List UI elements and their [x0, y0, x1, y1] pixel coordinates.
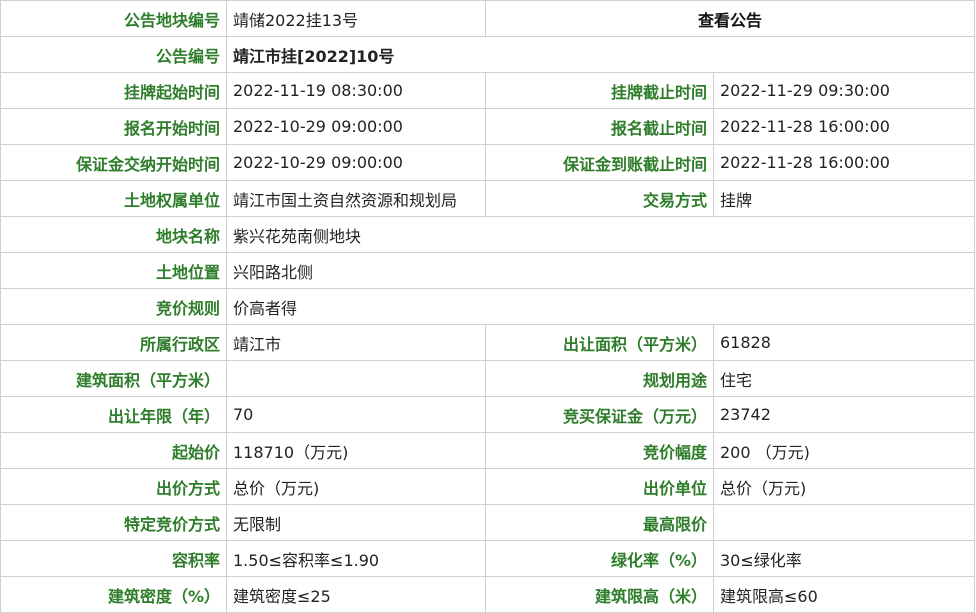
label-increment: 竞价幅度 [485, 432, 714, 469]
row-price: 起始价 118710（万元) 竞价幅度 200 （万元) [0, 432, 976, 469]
label-location: 土地位置 [0, 252, 227, 289]
label-start-price: 起始价 [0, 432, 227, 469]
land-parcel-info-table: 公告地块编号 靖储2022挂13号 查看公告 公告编号 靖江市挂[2022]10… [0, 0, 976, 613]
value-far: 1.50≤容积率≤1.90 [226, 540, 486, 577]
value-height: 建筑限高≤60 [712, 576, 976, 613]
value-building-area [226, 360, 486, 397]
value-block-no: 靖储2022挂13号 [226, 0, 486, 37]
value-location: 兴阳路北侧 [225, 252, 976, 289]
row-location: 土地位置 兴阳路北侧 [0, 252, 976, 289]
value-max-price [712, 504, 976, 541]
row-district-area: 所属行政区 靖江市 出让面积（平方米） 61828 [0, 324, 976, 361]
row-special: 特定竞价方式 无限制 最高限价 [0, 504, 976, 541]
value-owner: 靖江市国土资自然资源和规划局 [226, 180, 486, 217]
value-listing-start: 2022-11-19 08:30:00 [226, 72, 486, 109]
row-owner-trade: 土地权属单位 靖江市国土资自然资源和规划局 交易方式 挂牌 [0, 180, 976, 217]
value-term: 70 [226, 396, 486, 433]
value-usage: 住宅 [712, 360, 976, 397]
value-listing-end: 2022-11-29 09:30:00 [712, 72, 976, 109]
value-bid-mode: 总价（万元) [226, 468, 486, 505]
value-district: 靖江市 [226, 324, 486, 361]
label-trade-mode: 交易方式 [485, 180, 714, 217]
label-bid-deposit: 竞买保证金（万元） [485, 396, 714, 433]
label-deposit-end: 保证金到账截止时间 [485, 144, 714, 181]
label-green: 绿化率（%） [485, 540, 714, 577]
value-green: 30≤绿化率 [712, 540, 976, 577]
value-bid-unit: 总价（万元) [712, 468, 976, 505]
label-density: 建筑密度（%） [0, 576, 227, 613]
value-reg-start: 2022-10-29 09:00:00 [226, 108, 486, 145]
row-deposit-time: 保证金交纳开始时间 2022-10-29 09:00:00 保证金到账截止时间 … [0, 144, 976, 181]
value-deposit-end: 2022-11-28 16:00:00 [712, 144, 976, 181]
row-listing-time: 挂牌起始时间 2022-11-19 08:30:00 挂牌截止时间 2022-1… [0, 72, 976, 109]
label-listing-end: 挂牌截止时间 [485, 72, 714, 109]
row-registration-time: 报名开始时间 2022-10-29 09:00:00 报名截止时间 2022-1… [0, 108, 976, 145]
label-notice-no: 公告编号 [0, 36, 227, 73]
value-notice-no: 靖江市挂[2022]10号 [225, 36, 976, 73]
label-district: 所属行政区 [0, 324, 227, 361]
label-special-mode: 特定竞价方式 [0, 504, 227, 541]
label-height: 建筑限高（米） [485, 576, 714, 613]
row-term-deposit: 出让年限（年） 70 竞买保证金（万元） 23742 [0, 396, 976, 433]
label-usage: 规划用途 [485, 360, 714, 397]
label-far: 容积率 [0, 540, 227, 577]
row-block-no: 公告地块编号 靖储2022挂13号 查看公告 [0, 0, 976, 37]
label-deposit-start: 保证金交纳开始时间 [0, 144, 227, 181]
label-bid-rule: 竞价规则 [0, 288, 227, 325]
label-term: 出让年限（年） [0, 396, 227, 433]
value-bid-rule: 价高者得 [225, 288, 976, 325]
label-listing-start: 挂牌起始时间 [0, 72, 227, 109]
row-notice-no: 公告编号 靖江市挂[2022]10号 [0, 36, 976, 73]
label-parcel-name: 地块名称 [0, 216, 227, 253]
value-bid-deposit: 23742 [712, 396, 976, 433]
label-bid-mode: 出价方式 [0, 468, 227, 505]
label-reg-end: 报名截止时间 [485, 108, 714, 145]
value-parcel-name: 紫兴花苑南侧地块 [225, 216, 976, 253]
label-building-area: 建筑面积（平方米） [0, 360, 227, 397]
row-bid-rule: 竞价规则 价高者得 [0, 288, 976, 325]
row-building-usage: 建筑面积（平方米） 规划用途 住宅 [0, 360, 976, 397]
value-start-price: 118710（万元) [226, 432, 486, 469]
label-block-no: 公告地块编号 [0, 0, 227, 37]
value-reg-end: 2022-11-28 16:00:00 [712, 108, 976, 145]
value-trade-mode: 挂牌 [712, 180, 976, 217]
row-far-green: 容积率 1.50≤容积率≤1.90 绿化率（%） 30≤绿化率 [0, 540, 976, 577]
value-deposit-start: 2022-10-29 09:00:00 [226, 144, 486, 181]
value-increment: 200 （万元) [712, 432, 976, 469]
value-density: 建筑密度≤25 [226, 576, 486, 613]
row-density-height: 建筑密度（%） 建筑密度≤25 建筑限高（米） 建筑限高≤60 [0, 576, 976, 613]
row-bid-mode: 出价方式 总价（万元) 出价单位 总价（万元) [0, 468, 976, 505]
value-area: 61828 [712, 324, 976, 361]
value-special-mode: 无限制 [226, 504, 486, 541]
label-reg-start: 报名开始时间 [0, 108, 227, 145]
label-owner: 土地权属单位 [0, 180, 227, 217]
label-max-price: 最高限价 [485, 504, 714, 541]
label-area: 出让面积（平方米） [485, 324, 714, 361]
row-parcel-name: 地块名称 紫兴花苑南侧地块 [0, 216, 976, 253]
view-notice-link[interactable]: 查看公告 [484, 0, 976, 37]
label-bid-unit: 出价单位 [485, 468, 714, 505]
